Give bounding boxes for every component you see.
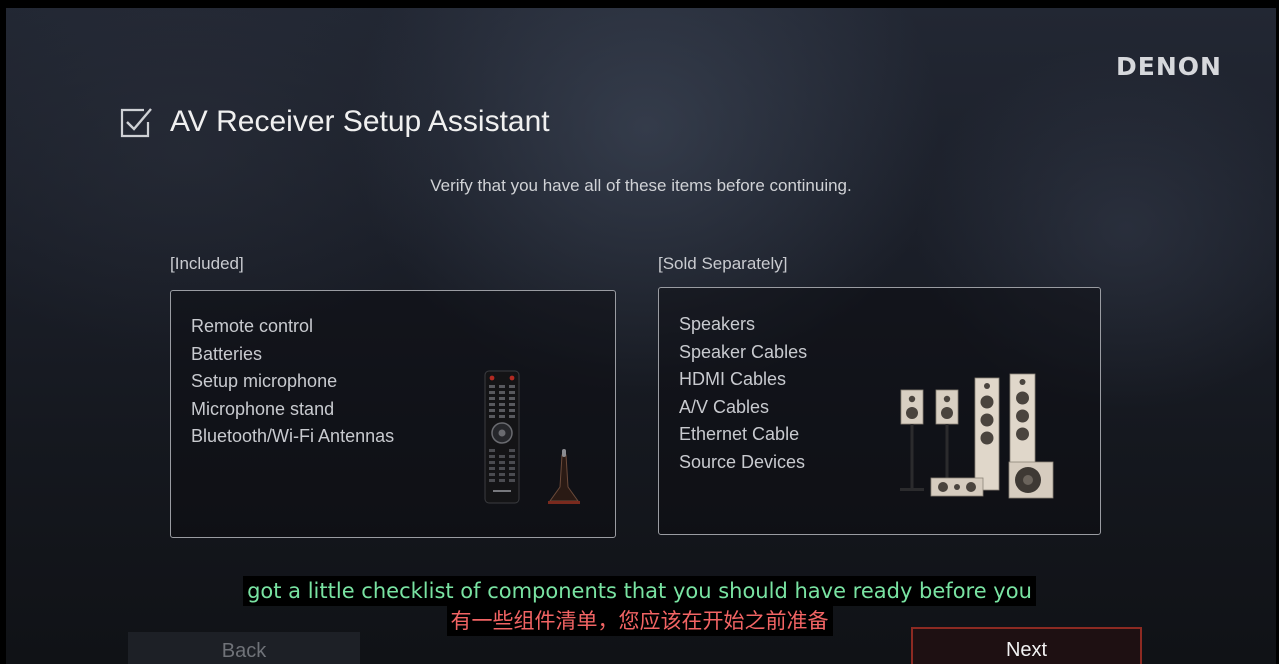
included-list: Remote control Batteries Setup microphon…	[191, 313, 394, 451]
list-item: Speakers	[679, 314, 756, 334]
instructions-text: Verify that you have all of these items …	[430, 176, 852, 195]
list-item: A/V Cables	[679, 396, 770, 417]
setup-screen: DENON AV Receiver Setup Assistant Verify…	[6, 8, 1276, 664]
speaker-set-illustration	[900, 373, 1054, 499]
speakers-icon	[900, 373, 1054, 499]
microphone-icon	[548, 449, 580, 504]
header: AV Receiver Setup Assistant	[118, 104, 550, 140]
list-item: Microphone stand	[191, 398, 335, 419]
sold-separately-list: Speakers Speaker Cables HDMI Cables A/V …	[679, 311, 807, 476]
back-button[interactable]: Back	[128, 632, 360, 664]
page-title: AV Receiver Setup Assistant	[170, 105, 550, 138]
list-item: Remote control	[191, 316, 314, 336]
denon-logo: DENON	[1116, 52, 1222, 81]
list-item: Bluetooth/Wi-Fi Antennas	[191, 426, 395, 446]
included-label: [Included]	[170, 254, 244, 273]
included-panel: Remote control Batteries Setup microphon…	[170, 290, 616, 538]
list-item: HDMI Cables	[679, 369, 787, 389]
list-item: Source Devices	[679, 451, 806, 472]
list-item: Speaker Cables	[679, 341, 808, 362]
video-captions: got a little checklist of components tha…	[0, 576, 1279, 636]
list-item: Setup microphone	[191, 371, 338, 391]
checklist-icon	[120, 108, 152, 138]
sold-separately-panel: Speakers Speaker Cables HDMI Cables A/V …	[658, 287, 1101, 535]
list-item: Ethernet Cable	[679, 424, 800, 444]
chinese-caption: 有一些组件清单，您应该在开始之前准备	[446, 606, 833, 636]
remote-control-icon	[484, 370, 520, 504]
list-item: Batteries	[191, 343, 263, 364]
english-caption: got a little checklist of components tha…	[243, 576, 1036, 606]
sold-separately-label: [Sold Separately]	[658, 254, 788, 273]
remote-and-microphone-illustration	[484, 370, 580, 504]
